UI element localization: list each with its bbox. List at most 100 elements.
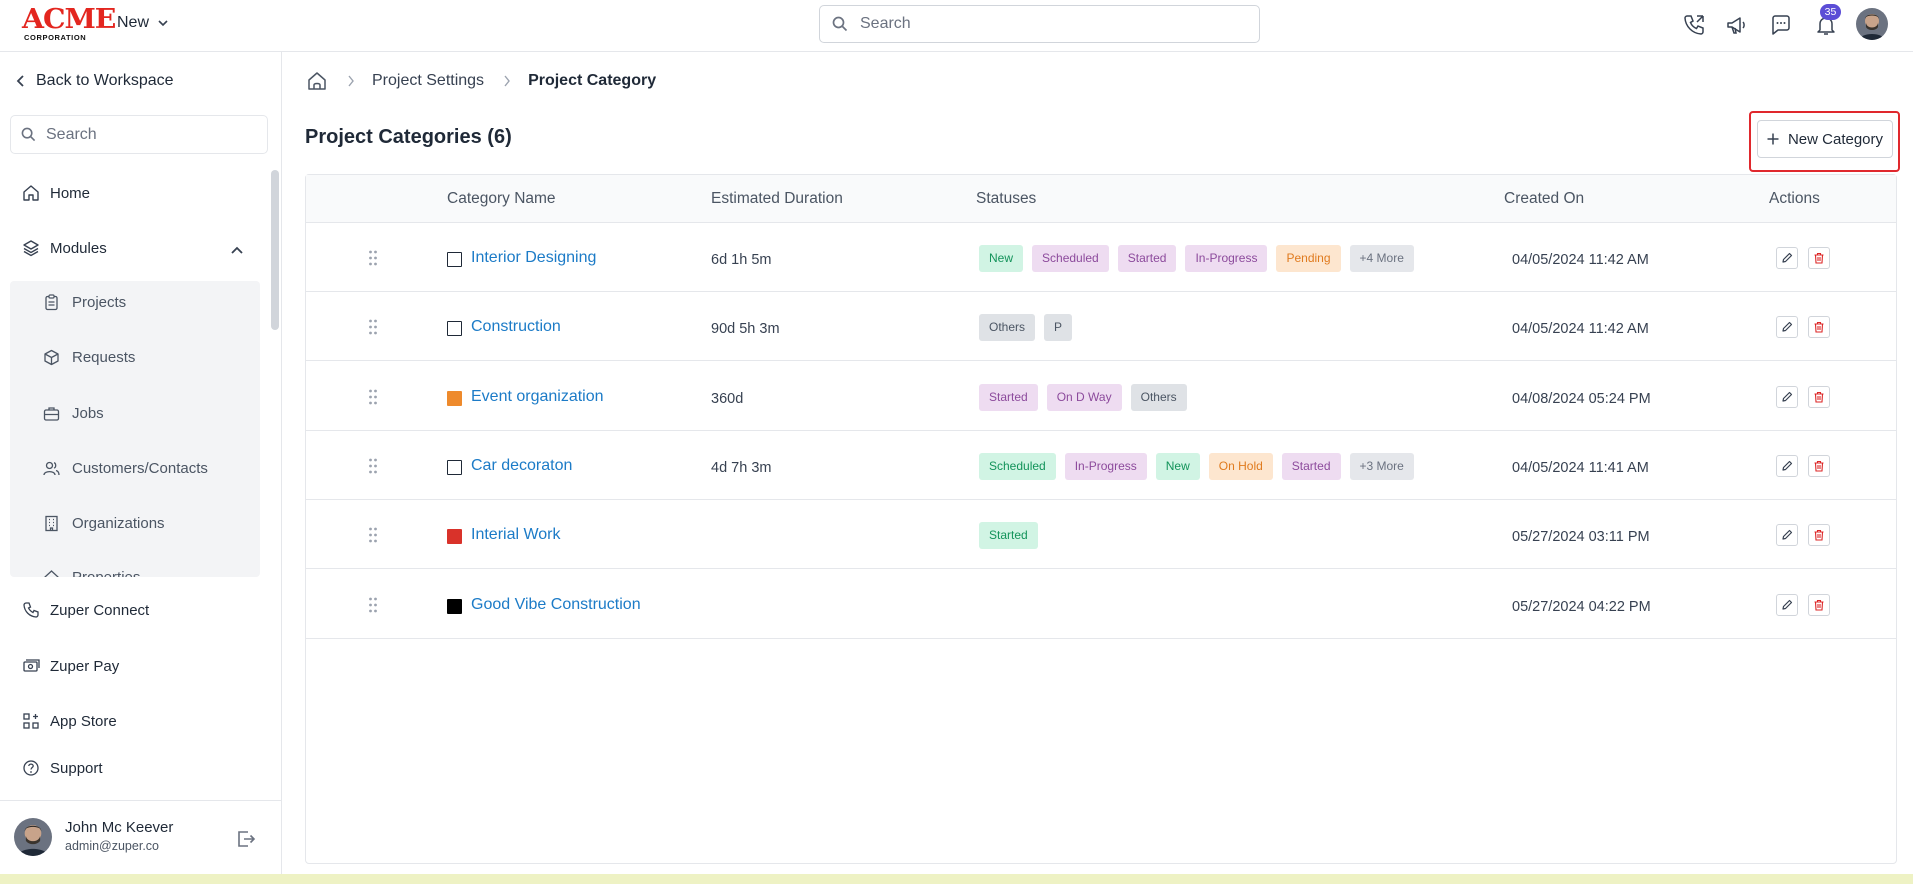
trash-icon xyxy=(1814,252,1824,264)
drag-handle-icon[interactable] xyxy=(368,596,378,614)
sidebar-item-projects[interactable]: Projects xyxy=(43,294,126,311)
delete-button[interactable] xyxy=(1808,247,1830,269)
company-logo[interactable]: ACME CORPORATION xyxy=(22,6,116,43)
logout-icon[interactable] xyxy=(235,828,257,850)
property-icon xyxy=(44,570,59,577)
drag-handle-icon[interactable] xyxy=(368,388,378,406)
category-color-swatch xyxy=(447,390,462,406)
status-chips: Started On D Way Others xyxy=(979,383,1187,411)
status-chip: New xyxy=(1155,452,1200,480)
drag-handle-icon[interactable] xyxy=(368,457,378,475)
home-icon xyxy=(23,185,39,201)
sidebar-search[interactable] xyxy=(10,115,268,154)
category-color-swatch xyxy=(447,321,462,337)
status-chip: Others xyxy=(979,314,1036,342)
more-statuses-chip[interactable]: +4 More xyxy=(1349,245,1414,272)
column-header-estimated-duration: Estimated Duration xyxy=(711,190,843,207)
sidebar-search-input[interactable] xyxy=(46,125,256,144)
megaphone-icon[interactable] xyxy=(1724,12,1750,38)
call-icon[interactable] xyxy=(1681,12,1707,38)
breadcrumb-project-settings[interactable]: Project Settings xyxy=(372,72,484,90)
category-name-link[interactable]: Event organization xyxy=(471,388,604,406)
status-chip: In-Progress xyxy=(1185,245,1268,272)
user-email: admin@zuper.co xyxy=(65,839,159,853)
delete-button[interactable] xyxy=(1808,454,1830,477)
box-icon xyxy=(44,349,59,366)
edit-button[interactable] xyxy=(1776,247,1798,269)
sidebar-item-support[interactable]: Support xyxy=(22,759,103,777)
briefcase-icon xyxy=(43,407,60,421)
status-chips: Scheduled In-Progress New On Hold Started +3 … xyxy=(979,452,1414,480)
chevron-up-icon[interactable] xyxy=(230,243,244,257)
global-search[interactable] xyxy=(819,5,1260,43)
delete-button[interactable] xyxy=(1808,316,1830,339)
sidebar-item-organizations[interactable]: Organizations xyxy=(43,515,165,532)
money-icon xyxy=(23,659,40,672)
logo-subtext: CORPORATION xyxy=(24,33,87,42)
status-chips: Others P xyxy=(979,314,1073,342)
user-avatar[interactable] xyxy=(1856,8,1888,40)
status-chip: New xyxy=(979,245,1024,272)
delete-button[interactable] xyxy=(1808,524,1830,547)
delete-button[interactable] xyxy=(1808,385,1830,408)
new-menu-button[interactable]: New xyxy=(117,14,169,32)
sidebar-item-properties[interactable]: Properties xyxy=(43,569,140,577)
sidebar-item-zuper-pay[interactable]: Zuper Pay xyxy=(22,657,119,675)
created-on: 04/08/2024 05:24 PM xyxy=(1512,390,1651,407)
sidebar-item-label: Zuper Connect xyxy=(50,601,150,619)
pencil-icon xyxy=(1782,252,1793,263)
drag-handle-icon[interactable] xyxy=(368,249,378,267)
table-row: Interial Work Started 05/27/2024 03:11 PM xyxy=(306,500,1896,570)
edit-button[interactable] xyxy=(1776,593,1798,616)
sidebar-item-jobs[interactable]: Jobs xyxy=(43,405,104,422)
edit-button[interactable] xyxy=(1776,385,1798,408)
edit-button[interactable] xyxy=(1776,524,1798,547)
status-chip: Started xyxy=(1117,245,1177,272)
modules-submenu: Projects Requests Jobs Customers/Contact… xyxy=(10,281,260,577)
status-chip: In-Progress xyxy=(1064,452,1147,480)
back-to-workspace-link[interactable]: Back to Workspace xyxy=(16,72,174,90)
sidebar-item-app-store[interactable]: App Store xyxy=(22,712,117,730)
sidebar-item-home[interactable]: Home xyxy=(22,184,90,202)
edit-button[interactable] xyxy=(1776,316,1798,339)
sidebar-item-label: Jobs xyxy=(72,405,104,422)
drag-handle-icon[interactable] xyxy=(368,318,378,336)
pencil-icon xyxy=(1782,460,1793,471)
trash-icon xyxy=(1814,599,1824,611)
delete-button[interactable] xyxy=(1808,593,1830,616)
sidebar-item-requests[interactable]: Requests xyxy=(43,349,135,366)
sidebar-item-label: Properties xyxy=(72,569,140,577)
table-header: Category Name Estimated Duration Statuse… xyxy=(306,175,1896,223)
sidebar-item-modules[interactable]: Modules xyxy=(22,239,107,257)
status-chips: New Scheduled Started In-Progress Pending +4 … xyxy=(979,245,1414,272)
category-name-link[interactable]: Interior Designing xyxy=(471,249,596,267)
category-name-link[interactable]: Car decoraton xyxy=(471,457,572,475)
category-color-swatch xyxy=(447,598,462,614)
status-chip: On D Way xyxy=(1046,383,1122,411)
sidebar-item-customers-contacts[interactable]: Customers/Contacts xyxy=(43,460,208,477)
drag-handle-icon[interactable] xyxy=(368,526,378,544)
status-chips: Started xyxy=(979,522,1038,550)
chevron-down-icon xyxy=(158,20,168,27)
user-avatar[interactable] xyxy=(14,818,52,856)
search-icon xyxy=(21,127,36,142)
sidebar-scrollbar[interactable] xyxy=(271,170,279,330)
chevron-right-icon xyxy=(504,75,510,87)
more-statuses-chip[interactable]: +3 More xyxy=(1349,452,1414,480)
category-name-link[interactable]: Good Vibe Construction xyxy=(471,596,641,614)
edit-button[interactable] xyxy=(1776,454,1798,477)
trash-icon xyxy=(1814,391,1824,403)
category-name-link[interactable]: Construction xyxy=(471,318,561,336)
chat-icon[interactable] xyxy=(1768,12,1794,38)
sidebar-item-label: Organizations xyxy=(72,515,165,532)
global-search-input[interactable] xyxy=(860,15,1240,33)
new-category-button[interactable]: New Category xyxy=(1757,120,1893,158)
sidebar-item-label: App Store xyxy=(50,712,117,730)
sidebar-item-label: Projects xyxy=(72,294,127,311)
sidebar-item-zuper-connect[interactable]: Zuper Connect xyxy=(22,601,149,619)
category-name-link[interactable]: Interial Work xyxy=(471,526,561,544)
created-on: 04/05/2024 11:42 AM xyxy=(1512,252,1649,268)
help-circle-icon xyxy=(23,760,39,776)
status-chip: Scheduled xyxy=(1032,245,1109,272)
home-icon[interactable] xyxy=(306,70,328,92)
